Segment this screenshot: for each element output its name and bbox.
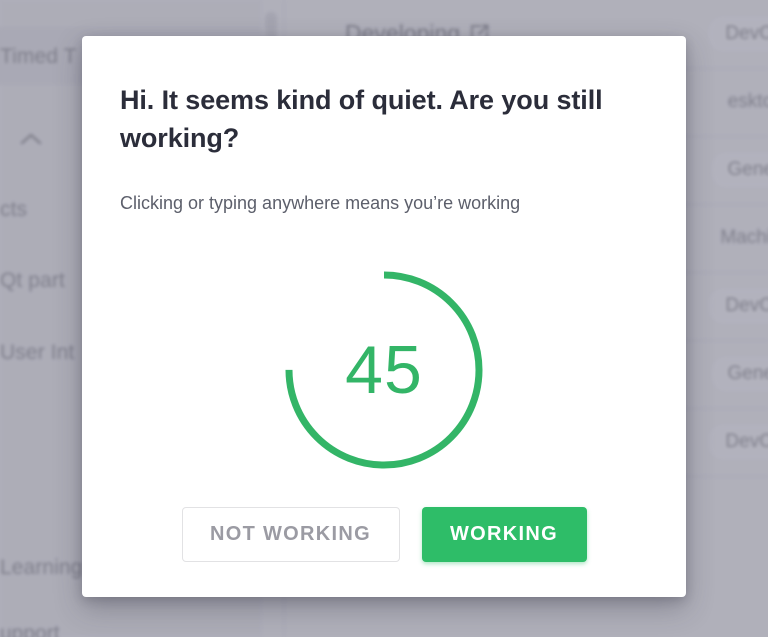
working-button[interactable]: WORKING — [421, 506, 587, 562]
sidebar-item-bottom-partial[interactable]: upport — [0, 622, 262, 637]
dialog-subtitle: Clicking or typing anywhere means you’re… — [120, 193, 521, 213]
list-item-tag: DevO — [709, 425, 768, 459]
list-item-label: esktop: U — [727, 91, 768, 112]
list-item-tag: DevO — [709, 17, 768, 51]
dialog-title: Hi. It seems kind of quiet. Are you stil… — [120, 85, 603, 154]
dialog-actions: NOT WORKING WORKING — [82, 504, 686, 564]
countdown-timer: 45 — [272, 258, 496, 482]
countdown-seconds: 45 — [345, 332, 423, 408]
idle-prompt-dialog: Hi. It seems kind of quiet. Are you stil… — [82, 36, 686, 597]
chevron-up-icon[interactable] — [18, 128, 44, 150]
not-working-button[interactable]: NOT WORKING — [181, 506, 400, 562]
screen-root: Timed T cts Qt part User Int Learning up… — [0, 0, 768, 637]
list-item-label: Machine L — [720, 227, 768, 248]
list-item-tag: DevO — [709, 289, 768, 323]
list-item-tag: Gene — [711, 153, 768, 187]
list-item-tag: Gene — [711, 357, 768, 391]
